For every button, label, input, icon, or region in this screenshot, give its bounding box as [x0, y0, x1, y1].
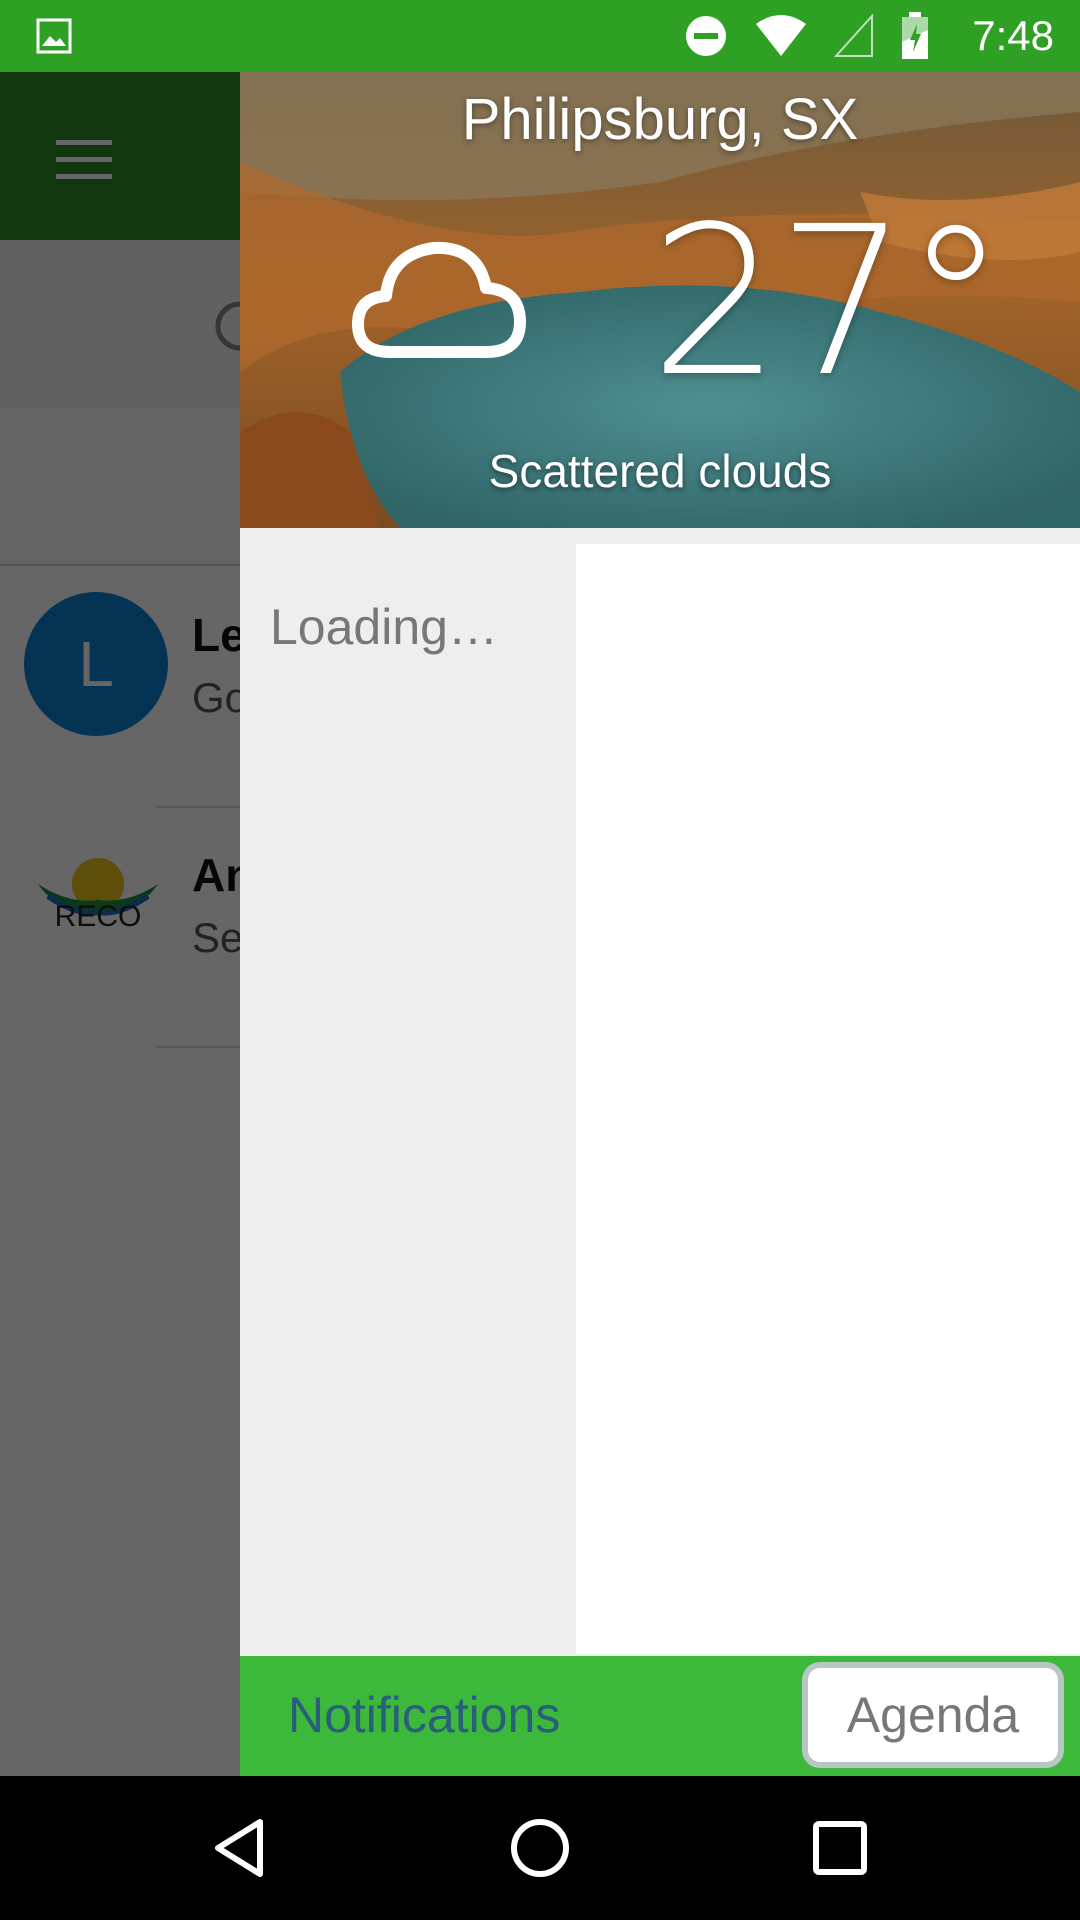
cloud-icon: [352, 241, 526, 358]
drawer-list-panel: Loading…: [240, 528, 576, 1728]
tab-agenda[interactable]: Agenda: [802, 1662, 1064, 1768]
image-notification-icon: [36, 18, 72, 54]
recents-icon[interactable]: [804, 1812, 876, 1884]
tab-notifications[interactable]: Notifications: [288, 1686, 560, 1744]
weather-condition: Scattered clouds: [488, 445, 832, 497]
status-icons: [684, 12, 930, 60]
clock: 7:48: [972, 12, 1054, 59]
dnd-icon: [686, 16, 726, 56]
side-drawer: Philipsburg, SX 27° Scattered clouds Loa…: [240, 72, 1080, 1776]
weather-header: Philipsburg, SX 27° Scattered clouds: [240, 72, 1080, 528]
signal-icon: [834, 14, 873, 57]
battery-charging-icon: [902, 12, 928, 59]
home-icon[interactable]: [504, 1812, 576, 1884]
drawer-tab-bar: Notifications Agenda: [240, 1656, 1080, 1776]
loading-text: Loading…: [270, 599, 498, 655]
drawer-content-panel: [576, 544, 1080, 1654]
back-icon[interactable]: [204, 1812, 276, 1884]
weather-city: Philipsburg, SX: [461, 87, 859, 152]
navigation-bar: [0, 1776, 1080, 1920]
status-bar: 7:48: [0, 0, 1080, 72]
weather-temperature: 27°: [650, 182, 1007, 422]
wifi-icon: [756, 15, 806, 56]
